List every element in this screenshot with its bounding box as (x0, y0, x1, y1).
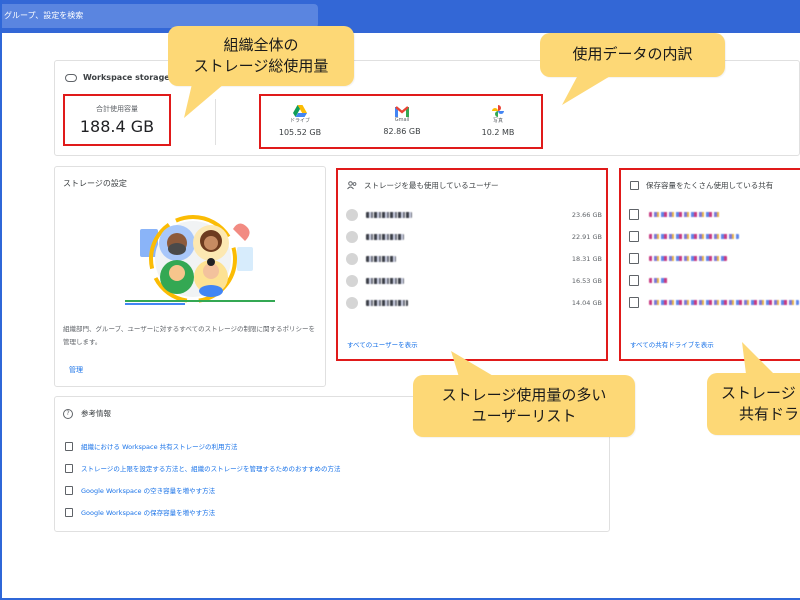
screenshot-frame (0, 0, 800, 600)
